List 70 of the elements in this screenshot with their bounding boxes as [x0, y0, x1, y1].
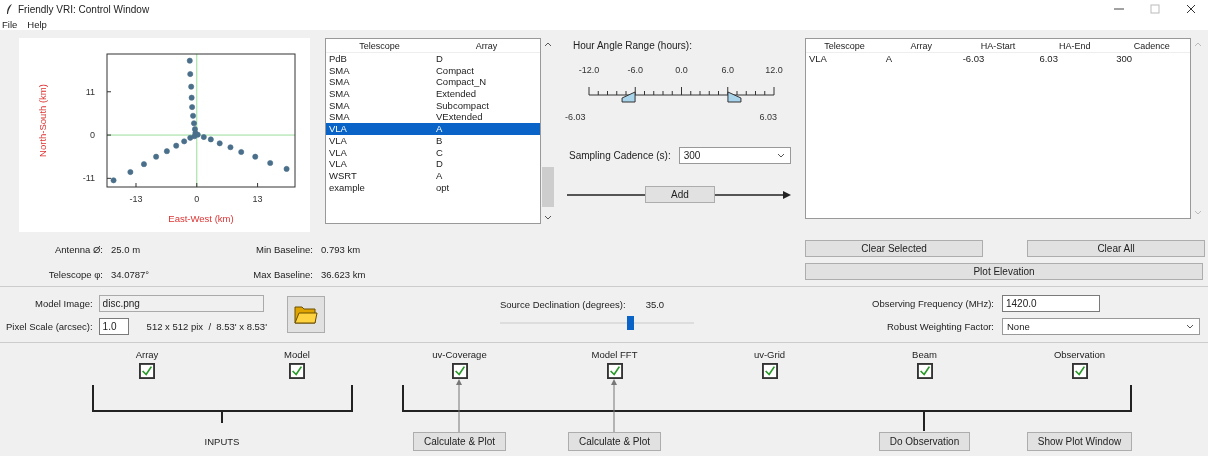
range-value: -6.03	[565, 112, 586, 122]
list-cell-text: D	[435, 158, 444, 170]
info-label: Antenna Ø:	[53, 244, 104, 255]
list-cell-text: SMA	[328, 64, 351, 77]
info-label: Telescope φ:	[47, 269, 104, 280]
field-label: Observing Frequency (MHz):	[872, 297, 994, 309]
info-value: 34.0787°	[111, 269, 151, 280]
step-label: Beam	[912, 348, 937, 360]
list-cell-text: C	[435, 146, 444, 159]
list-cell-text: Compact_N	[435, 76, 488, 89]
tick-label: 0.0	[675, 65, 688, 75]
tick-label: -12.0	[578, 65, 600, 75]
range-value: 6.03	[759, 112, 777, 122]
list-cell-text: VLA	[328, 123, 348, 135]
image-size-text: 512 x 512 pix / 8.53' x 8.53'	[146, 320, 267, 332]
window-title: Friendly VRI: Control Window	[18, 3, 150, 15]
list-cell-text: VLA	[328, 146, 348, 159]
axis-label: North-South (km)	[37, 84, 48, 157]
field-label: Pixel Scale (arcsec):	[6, 320, 93, 332]
tick-label: 0	[90, 130, 95, 141]
tick-label: 13	[252, 194, 263, 204]
axis-label: East-West (km)	[168, 213, 234, 224]
tick-label: 6.0	[721, 65, 734, 75]
step-label: uv-Grid	[753, 348, 786, 360]
tick-label: 0	[194, 194, 200, 204]
tick-label: 12.0	[765, 65, 783, 75]
list-cell-text: PdB	[328, 53, 348, 65]
list-cell-text: VLA	[328, 158, 348, 170]
list-cell-text: WSRT	[328, 169, 358, 182]
field-label: Source Declination (degrees):	[499, 299, 626, 310]
list-cell-text: SMA	[328, 99, 351, 112]
step-label: Model	[284, 348, 310, 360]
info-label: Max Baseline:	[252, 269, 314, 280]
field-label: Robust Weighting Factor:	[886, 320, 994, 332]
step-label: Array	[135, 348, 159, 360]
info-value: 25.0 m	[111, 244, 142, 255]
list-cell-text: VExtended	[435, 111, 484, 124]
step-label: Model FFT	[591, 348, 638, 360]
list-cell-text: SMA	[328, 88, 351, 100]
list-cell-text: example	[328, 181, 366, 194]
list-cell-text: opt	[435, 181, 451, 194]
info-label: Min Baseline:	[254, 244, 314, 255]
field-label: Model Image:	[34, 297, 93, 309]
table-cell-text: 6.03	[1038, 53, 1059, 65]
list-cell-text: Subcompact	[435, 99, 490, 112]
table-cell-text: A	[884, 53, 894, 65]
list-cell-text: A	[435, 169, 444, 182]
list-cell-text: Extended	[435, 88, 478, 100]
section-label: Hour Angle Range (hours):	[573, 40, 693, 51]
field-label: Sampling Cadence (s):	[569, 150, 671, 161]
tick-label: -13	[129, 194, 143, 204]
field-value: 35.0	[645, 299, 665, 310]
info-value: 36.623 km	[321, 269, 367, 280]
tick-label: -11	[82, 173, 95, 184]
step-label: uv-Coverage	[432, 348, 487, 360]
tick-label: 11	[85, 86, 95, 97]
list-cell-text: A	[435, 123, 444, 135]
list-cell-text: Compact	[435, 64, 475, 77]
table-cell-text: -6.03	[961, 53, 986, 65]
step-label: Observation	[1053, 348, 1106, 360]
tick-label: -6.0	[627, 65, 643, 75]
info-value: 0.793 km	[321, 244, 362, 255]
table-cell-text: 300	[1115, 53, 1134, 65]
list-cell-text: D	[435, 53, 444, 65]
list-cell-text: SMA	[328, 111, 351, 124]
table-cell-text: VLA	[808, 53, 828, 65]
group-label: INPUTS	[204, 435, 240, 447]
list-cell-text: B	[435, 134, 444, 147]
list-cell-text: SMA	[328, 76, 351, 89]
list-cell-text: VLA	[328, 134, 348, 147]
